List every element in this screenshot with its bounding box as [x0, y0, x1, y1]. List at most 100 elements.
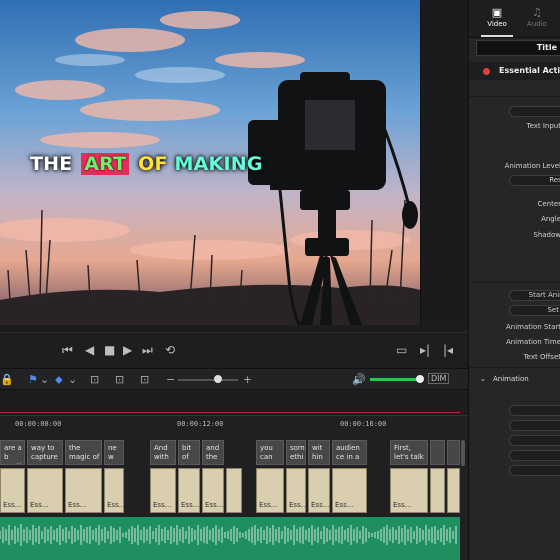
animation-option-button[interactable]: [509, 465, 560, 476]
zoom-slider-knob[interactable]: [214, 375, 222, 383]
animation-option-button[interactable]: [509, 435, 560, 446]
animation-option-button[interactable]: [509, 420, 560, 431]
title-clip[interactable]: [226, 468, 242, 513]
animation-level-label: Animation Level: [504, 162, 560, 170]
zoom-full-icon[interactable]: ⊡: [90, 373, 99, 386]
tab-audio[interactable]: ♫ Audio: [517, 6, 557, 28]
timecode-label: 00:00:08:00: [15, 420, 62, 428]
title-clip[interactable]: [447, 468, 460, 513]
viewer-side-panel: [420, 0, 468, 325]
inspector-tabs: ▣ Video ♫ Audio: [469, 0, 560, 38]
text-clip[interactable]: you can: [256, 440, 284, 465]
timecode-label: 00:00:16:00: [340, 420, 387, 428]
shadow-label: Shadow: [533, 231, 560, 239]
title-word-3: OF: [138, 153, 168, 175]
zoom-detail-icon[interactable]: ⊡: [115, 373, 124, 386]
loop-icon[interactable]: ⟲: [165, 343, 175, 357]
waveform-graphic: [0, 524, 457, 546]
play-reverse-icon[interactable]: ◀: [85, 343, 94, 357]
title-clip[interactable]: Ess...: [332, 468, 367, 513]
angle-label: Angle: [541, 215, 560, 223]
prev-frame-icon[interactable]: |◂: [443, 343, 453, 357]
title-clip[interactable]: Ess...: [202, 468, 224, 513]
text-clip[interactable]: audien ce in a: [332, 440, 367, 465]
audio-track-waveform[interactable]: [0, 517, 460, 560]
text-clip[interactable]: and the: [202, 440, 224, 465]
tab-video[interactable]: ▣ Video: [477, 6, 517, 28]
timecode-label: 00:00:12:00: [177, 420, 224, 428]
text-clip[interactable]: way to capture: [27, 440, 63, 465]
effect-header[interactable]: Essential Active: [469, 62, 560, 80]
text-offset-label: Text Offset: [523, 353, 560, 361]
inspector-panel: ▣ Video ♫ Audio Title Essential Active T…: [468, 0, 560, 560]
effect-name: Essential Active: [499, 66, 560, 75]
tab-video-label: Video: [487, 20, 507, 28]
zoom-slider[interactable]: [178, 379, 238, 381]
title-clip[interactable]: Ess...: [178, 468, 200, 513]
title-word-2: ART: [81, 153, 130, 175]
timeline-ruler[interactable]: [0, 390, 468, 416]
zoom-out-icon[interactable]: −: [166, 373, 175, 386]
zoom-custom-icon[interactable]: ⊡: [140, 373, 149, 386]
speaker-icon[interactable]: 🔊: [352, 373, 366, 386]
stop-icon[interactable]: ■: [104, 343, 115, 357]
tab-audio-label: Audio: [527, 20, 547, 28]
title-clip[interactable]: Ess...: [390, 468, 428, 513]
text-clip[interactable]: wit ​hin a: [308, 440, 330, 465]
zoom-in-icon[interactable]: +: [243, 373, 252, 386]
set-button[interactable]: Set A: [509, 305, 560, 316]
jump-start-icon[interactable]: ⏮: [62, 343, 73, 358]
text-input-field[interactable]: [509, 106, 560, 117]
dim-button[interactable]: DIM: [428, 373, 450, 384]
music-note-icon: ♫: [532, 6, 542, 19]
active-tab-indicator: [481, 35, 513, 37]
start-anim-button[interactable]: Start Anim: [509, 290, 560, 301]
text-clip[interactable]: [430, 440, 445, 465]
title-clip[interactable]: [430, 468, 445, 513]
flag-dropdown-icon[interactable]: ⌄: [40, 373, 49, 386]
title-clip[interactable]: Ess...: [65, 468, 102, 513]
text-clip[interactable]: ne w: [104, 440, 124, 465]
next-frame-icon[interactable]: ▸|: [420, 343, 430, 357]
title-tab[interactable]: Title: [476, 40, 560, 56]
timeline-toolbar: 🔒 ⚑ ⌄ ⬥ ⌄ ⊡ ⊡ ⊡ − + 🔊 DIM: [0, 368, 468, 390]
text-clip[interactable]: And with: [150, 440, 176, 465]
jump-end-icon[interactable]: ⏭: [142, 343, 153, 358]
divider: [469, 367, 560, 368]
animation-section-header[interactable]: ⌄ Animation: [469, 371, 560, 387]
lock-icon[interactable]: 🔒: [0, 373, 14, 386]
title-clip[interactable]: Ess...: [286, 468, 306, 513]
flag-icon[interactable]: ⚑: [28, 373, 38, 386]
timeline-scrollbar[interactable]: [461, 440, 465, 466]
title-clip[interactable]: Ess...: [150, 468, 176, 513]
title-clip[interactable]: Ess...: [27, 468, 63, 513]
volume-slider[interactable]: [370, 378, 420, 381]
title-clip[interactable]: Ess...: [104, 468, 124, 513]
marker-dropdown-icon[interactable]: ⌄: [68, 373, 77, 386]
center-label: Center: [537, 200, 560, 208]
text-clip[interactable]: [447, 440, 460, 465]
title-word-4: MAKING: [174, 153, 263, 175]
video-viewer[interactable]: THE ART OF MAKING: [0, 0, 420, 325]
text-clip[interactable]: som ethi: [286, 440, 306, 465]
volume-slider-knob[interactable]: [416, 375, 424, 383]
title-clip[interactable]: Ess...: [0, 468, 25, 513]
reset-button[interactable]: Rese: [509, 175, 560, 186]
d-button[interactable]: D: [509, 450, 560, 461]
effect-enabled-icon[interactable]: [483, 68, 490, 75]
text-clip[interactable]: First, let's talk: [390, 440, 428, 465]
text-clip[interactable]: are a b eauti: [0, 440, 25, 465]
video-icon: ▣: [491, 6, 503, 19]
marker-icon[interactable]: ⬥: [55, 373, 63, 387]
chevron-down-icon: ⌄: [480, 375, 486, 383]
fullscreen-icon[interactable]: ▭: [396, 343, 407, 357]
text-clip[interactable]: bit of: [178, 440, 200, 465]
play-icon[interactable]: ▶: [123, 343, 132, 357]
video-editor-window: THE ART OF MAKING ⏮ ◀ ■ ▶ ⏭ ⟲ ▭ ▸| |◂ 🔒 …: [0, 0, 560, 560]
title-clip[interactable]: Ess...: [308, 468, 330, 513]
animation-time-label: Animation Time: [505, 338, 560, 346]
ruler-range-line: [0, 412, 460, 413]
animation-option-button[interactable]: [509, 405, 560, 416]
title-clip[interactable]: Ess...: [256, 468, 284, 513]
text-clip[interactable]: the magic of: [65, 440, 102, 465]
